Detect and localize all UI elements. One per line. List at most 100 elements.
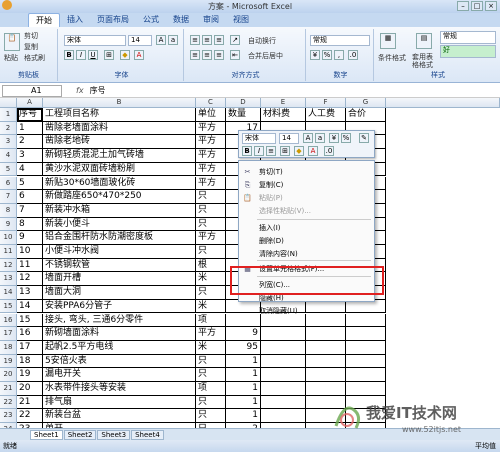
row-header[interactable]: 12 [0,258,17,273]
table-cell[interactable]: 9 [226,327,261,341]
menu-item[interactable]: ✂ 剪切(T) [239,167,374,178]
row-header[interactable]: 14 [0,286,17,300]
column-header-a[interactable]: A [17,98,43,108]
table-cell[interactable]: 1 [226,382,261,396]
table-cell[interactable]: 只 [196,190,226,204]
tab-review[interactable]: 审阅 [196,13,226,27]
table-cell[interactable]: 14 [17,299,43,314]
table-cell[interactable] [306,327,346,341]
format-painter-button[interactable]: 格式刷 [24,53,45,63]
row-header[interactable]: 4 [0,149,17,163]
table-cell[interactable]: 不锈钢软管 [43,258,196,273]
menu-item[interactable]: 清除内容(N) [239,249,374,260]
table-cell[interactable]: 22 [17,409,43,424]
table-cell[interactable]: 9 [17,231,43,245]
table-cell[interactable]: 16 [17,327,43,341]
mini-grow-font-icon[interactable]: A [303,133,313,143]
table-format-button[interactable]: 套用表格格式 [412,53,438,69]
mini-font-color-icon[interactable]: A [308,146,318,156]
tab-home[interactable]: 开始 [28,13,60,27]
table-cell[interactable]: 只 [196,286,226,300]
maximize-icon[interactable]: □ [471,1,483,11]
table-cell[interactable] [261,354,306,369]
row-header[interactable]: 15 [0,299,17,314]
table-cell[interactable]: 5 [17,176,43,191]
paste-icon[interactable]: 📋 [4,33,20,51]
table-cell[interactable]: 新砌轻质混泥土加气砖墙 [43,149,196,163]
row-header[interactable]: 5 [0,162,17,177]
mini-fill-color-icon[interactable]: ◆ [294,146,304,156]
table-cell[interactable]: 3 [17,149,43,163]
mini-currency-icon[interactable]: ¥ [329,133,339,143]
column-header-c[interactable]: C [196,98,226,108]
table-cell[interactable]: 11 [17,258,43,273]
orientation-icon[interactable]: ↗ [230,35,240,45]
fill-color-icon[interactable]: ◆ [120,50,130,60]
increase-decimal-icon[interactable]: .0 [348,50,358,60]
table-cell[interactable]: 1 [226,368,261,382]
bold-icon[interactable]: B [64,50,74,60]
table-cell[interactable] [261,340,306,355]
table-cell[interactable] [261,382,306,396]
font-name-field[interactable]: 宋体 [64,35,126,46]
table-cell[interactable]: 新做踏座650*470*250 [43,190,196,204]
table-cell[interactable]: 15 [17,313,43,328]
row-header[interactable]: 17 [0,327,17,341]
table-cell[interactable]: 17 [17,340,43,355]
mini-borders-icon[interactable]: ⊞ [280,146,290,156]
conditional-format-button[interactable]: 条件格式 [378,53,406,63]
table-cell[interactable]: 排气扇 [43,395,196,410]
row-header[interactable]: 6 [0,176,17,191]
merge-center-button[interactable]: 合并后居中 [248,51,283,61]
mini-decimal-icon[interactable]: .0 [324,146,334,156]
table-cell[interactable]: 1 [226,395,261,410]
sheet-tab[interactable]: Sheet2 [63,429,97,440]
table-cell[interactable]: 接头, 弯头, 三通6分零件 [43,313,196,328]
table-cell[interactable]: 10 [17,245,43,259]
row-header[interactable]: 23 [0,409,17,424]
sheet-tab[interactable]: Sheet4 [131,429,164,440]
table-cell[interactable]: 只 [196,217,226,232]
table-cell[interactable] [306,354,346,369]
table-cell[interactable]: 只 [196,354,226,369]
table-cell[interactable]: 米 [196,299,226,314]
table-cell[interactable]: 单位 [196,108,226,122]
percent-icon[interactable]: % [322,50,332,60]
table-cell[interactable]: 项 [196,313,226,328]
column-header-b[interactable]: B [43,98,196,108]
tab-page-layout[interactable]: 页面布局 [90,13,136,27]
fx-icon[interactable]: fx [76,86,84,95]
mini-percent-icon[interactable]: % [341,133,351,143]
table-cell[interactable] [306,368,346,382]
table-cell[interactable] [306,382,346,396]
table-cell[interactable] [346,368,386,382]
cut-button[interactable]: 剪切 [24,31,38,41]
table-cell[interactable]: 铝合金围杆防水防潮密度板 [43,231,196,245]
row-header[interactable]: 22 [0,395,17,410]
table-cell[interactable]: 新装小便斗 [43,217,196,232]
paste-button[interactable]: 粘贴 [4,53,18,63]
tab-insert[interactable]: 插入 [60,13,90,27]
table-cell[interactable]: 1 [17,121,43,136]
menu-item[interactable]: 删除(D) [239,236,374,247]
table-cell[interactable]: 新砌墙面涂料 [43,327,196,341]
row-header[interactable]: 8 [0,203,17,218]
row-header[interactable]: 13 [0,272,17,287]
table-cell[interactable]: 合价 [346,108,386,122]
grow-font-icon[interactable]: A [156,35,166,45]
table-cell[interactable]: 21 [17,395,43,410]
align-bottom-icon[interactable]: ≡ [214,35,224,45]
table-cell[interactable]: 平方 [196,135,226,150]
row-header[interactable]: 10 [0,231,17,245]
table-cell[interactable]: 平方 [196,231,226,245]
italic-icon[interactable]: I [76,50,86,60]
table-cell[interactable]: 人工费 [306,108,346,122]
number-format-field[interactable]: 常规 [310,35,370,46]
row-header[interactable]: 11 [0,245,17,259]
table-cell[interactable] [306,340,346,355]
tab-view[interactable]: 视图 [226,13,256,27]
select-all-corner[interactable] [0,98,17,108]
table-cell[interactable]: 13 [17,286,43,300]
mini-font-field[interactable]: 宋体 [242,133,276,144]
table-cell[interactable]: 6 [17,190,43,204]
